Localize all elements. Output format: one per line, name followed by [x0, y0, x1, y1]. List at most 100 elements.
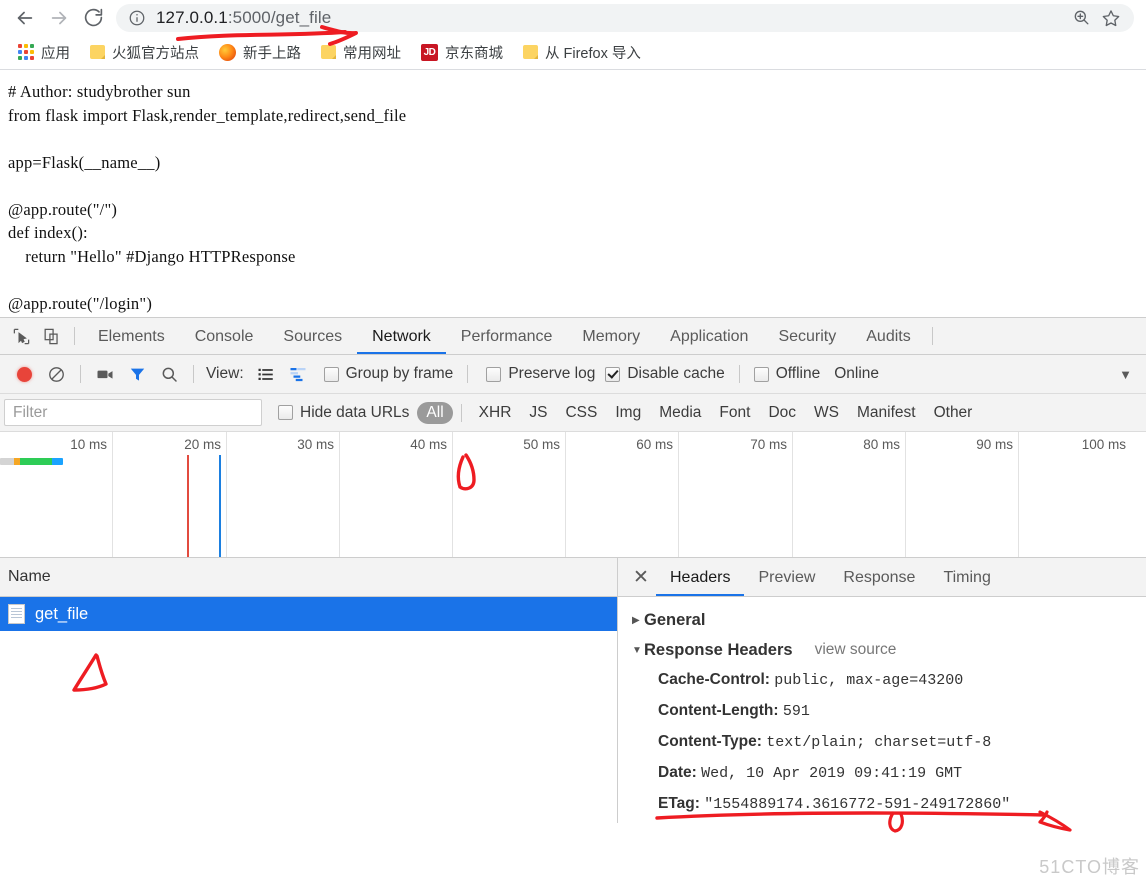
header-row: Content-Length: 591: [632, 696, 1146, 727]
toolbar-divider: [460, 403, 462, 422]
filter-input[interactable]: Filter: [4, 399, 262, 426]
reload-icon[interactable]: [76, 1, 110, 35]
tab-audits[interactable]: Audits: [851, 319, 925, 354]
checkbox-box[interactable]: [753, 366, 769, 382]
filter-type-all[interactable]: All: [417, 401, 453, 424]
tab-application[interactable]: Application: [655, 319, 763, 354]
tab-performance[interactable]: Performance: [446, 319, 568, 354]
close-icon[interactable]: ✕: [626, 562, 656, 592]
disable-cache-label: Disable cache: [627, 365, 725, 382]
checkbox-box[interactable]: [486, 366, 502, 382]
bookmark-label: 京东商城: [445, 45, 503, 62]
hide-data-urls-label: Hide data URLs: [300, 403, 410, 421]
filter-type-ws[interactable]: WS: [805, 402, 848, 424]
clear-icon[interactable]: [40, 358, 72, 390]
filter-type-img[interactable]: Img: [606, 402, 650, 424]
checkbox-box[interactable]: [605, 366, 621, 382]
overview-tick: 70 ms: [750, 437, 787, 452]
disable-cache-checkbox[interactable]: Disable cache: [605, 365, 725, 383]
toolbar-divider: [931, 327, 933, 345]
header-name: Content-Length:: [658, 702, 779, 719]
view-label: View:: [206, 365, 244, 382]
tab-memory[interactable]: Memory: [567, 319, 655, 354]
tab-security[interactable]: Security: [763, 319, 851, 354]
offline-checkbox[interactable]: Offline: [753, 365, 820, 383]
page-content: # Author: studybrother sun from flask im…: [0, 70, 1146, 317]
triangle-right-icon[interactable]: ▶: [632, 615, 644, 626]
group-by-frame-checkbox[interactable]: Group by frame: [323, 365, 453, 383]
chevron-down-icon[interactable]: ▼: [1119, 367, 1132, 382]
tab-network[interactable]: Network: [357, 319, 446, 354]
inspect-cursor-icon[interactable]: [6, 321, 36, 351]
network-filter-row: Filter Hide data URLs All XHR JS CSS Img…: [0, 394, 1146, 432]
filter-type-css[interactable]: CSS: [556, 402, 606, 424]
network-lower-pane: Name get_file ✕ Headers Preview Response…: [0, 558, 1146, 823]
bookmark-star-icon[interactable]: [1098, 5, 1124, 31]
bookmark-item-5[interactable]: 从 Firefox 导入: [515, 39, 649, 65]
detail-tab-headers[interactable]: Headers: [656, 559, 744, 596]
bookmark-label: 火狐官方站点: [112, 45, 199, 62]
checkbox-box[interactable]: [323, 366, 339, 382]
triangle-down-icon[interactable]: ▼: [632, 645, 644, 656]
detail-tab-preview[interactable]: Preview: [744, 559, 829, 596]
detail-tabbar: ✕ Headers Preview Response Timing: [618, 558, 1146, 597]
bookmark-item-3[interactable]: 常用网址: [313, 39, 409, 65]
address-bar-url[interactable]: 127.0.0.1:5000/get_file: [156, 8, 331, 28]
forward-arrow-icon[interactable]: [42, 1, 76, 35]
detail-tab-response[interactable]: Response: [829, 559, 929, 596]
request-name: get_file: [35, 604, 89, 623]
back-arrow-icon[interactable]: [8, 1, 42, 35]
tab-elements[interactable]: Elements: [83, 319, 180, 354]
throttling-select[interactable]: Online: [834, 365, 879, 383]
filter-type-media[interactable]: Media: [650, 402, 710, 424]
zoom-magnifier-icon[interactable]: [1068, 5, 1094, 31]
view-source-link[interactable]: view source: [815, 641, 897, 659]
tab-sources[interactable]: Sources: [268, 319, 357, 354]
watermark: 51CTO博客: [1039, 857, 1140, 877]
tab-console[interactable]: Console: [180, 319, 269, 354]
filter-type-font[interactable]: Font: [710, 402, 759, 424]
omnibox-actions: [1068, 4, 1124, 32]
jd-icon: JD: [421, 43, 438, 61]
filter-type-js[interactable]: JS: [520, 402, 556, 424]
code-line: @app.route("/"): [8, 199, 118, 219]
filter-type-other[interactable]: Other: [925, 402, 982, 424]
address-bar[interactable]: 127.0.0.1:5000/get_file: [116, 3, 1134, 32]
device-toolbar-icon[interactable]: [36, 321, 66, 351]
hide-data-urls-checkbox[interactable]: Hide data URLs: [278, 404, 409, 422]
search-icon[interactable]: [153, 358, 185, 390]
filter-type-xhr[interactable]: XHR: [470, 402, 521, 424]
section-general[interactable]: ▶ General: [632, 605, 1146, 635]
filter-type-doc[interactable]: Doc: [759, 402, 805, 424]
folder-icon: [90, 45, 105, 59]
record-button-icon[interactable]: [8, 358, 40, 390]
checkbox-box[interactable]: [278, 405, 293, 420]
bookmark-item-4[interactable]: JD 京东商城: [413, 39, 511, 65]
bookmark-item-apps[interactable]: 应用: [10, 39, 78, 65]
preserve-log-checkbox[interactable]: Preserve log: [486, 365, 595, 383]
overview-tick: 60 ms: [636, 437, 673, 452]
camera-icon[interactable]: [89, 358, 121, 390]
toolbar-divider: [738, 365, 740, 383]
overview-tick: 10 ms: [70, 437, 107, 452]
detail-tab-timing[interactable]: Timing: [929, 559, 1004, 596]
devtools-panel: Elements Console Sources Network Perform…: [0, 317, 1146, 823]
bookmark-item-1[interactable]: 火狐官方站点: [82, 39, 207, 65]
waterfall-view-icon[interactable]: [282, 358, 314, 390]
list-view-icon[interactable]: [250, 358, 282, 390]
code-line: from flask import Flask,render_template,…: [8, 105, 407, 125]
bookmark-item-2[interactable]: 新手上路: [211, 39, 309, 65]
info-circle-icon[interactable]: [128, 9, 146, 27]
url-path: :5000/get_file: [227, 7, 332, 27]
table-row[interactable]: get_file: [0, 597, 617, 631]
code-line: app=Flask(__name__): [8, 152, 161, 172]
filter-funnel-icon[interactable]: [121, 358, 153, 390]
preserve-log-label: Preserve log: [508, 365, 596, 382]
filter-type-manifest[interactable]: Manifest: [848, 402, 925, 424]
section-response-headers[interactable]: ▼ Response Headers view source: [632, 635, 1146, 665]
requests-column-header[interactable]: Name: [0, 558, 617, 597]
toolbar-divider: [193, 365, 194, 383]
network-overview-timeline[interactable]: 10 ms 20 ms 30 ms 40 ms 50 ms 60 ms 70 m…: [0, 432, 1146, 558]
